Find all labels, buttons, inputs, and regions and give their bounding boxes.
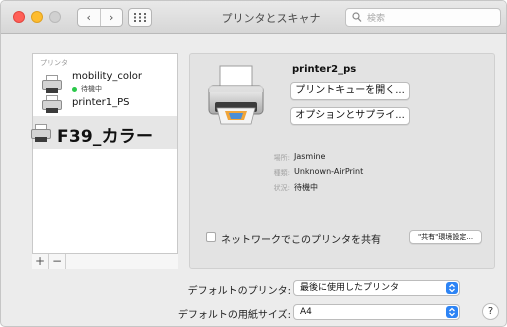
back-forward-control: ‹ ›	[77, 8, 123, 27]
sharing-preferences-button[interactable]: "共有"環境設定...	[409, 230, 482, 244]
share-printer-checkbox[interactable]	[206, 232, 216, 242]
printer-item-mobility-color[interactable]: mobility_color	[72, 71, 142, 82]
search-field[interactable]: 検索	[345, 8, 501, 27]
default-printer-value: 最後に使用したプリンタ	[300, 283, 400, 293]
help-button[interactable]: ?	[482, 303, 499, 320]
minimize-window-button[interactable]	[31, 11, 43, 23]
back-button[interactable]: ‹	[78, 9, 100, 26]
status-label: 状況:	[273, 184, 290, 192]
window-title: プリンタとスキャナ	[221, 12, 321, 25]
popup-arrows-icon	[446, 306, 458, 318]
paper-size-label: デフォルトの用紙サイズ:	[177, 310, 291, 321]
close-window-button[interactable]	[13, 11, 25, 23]
printer-list-header: プリンタ	[40, 59, 68, 67]
status-value: 待機中	[294, 183, 318, 192]
toolbar: ‹ › プリンタとスキャナ 検索	[1, 1, 506, 34]
location-label: 場所:	[273, 154, 290, 162]
printer-icon	[30, 123, 52, 143]
add-remove-bar: + −	[32, 253, 178, 269]
search-placeholder: 検索	[367, 14, 386, 24]
default-printer-popup[interactable]: 最後に使用したプリンタ	[293, 280, 460, 296]
kind-value: Unknown-AirPrint	[294, 167, 364, 176]
remove-printer-button[interactable]: −	[49, 254, 66, 269]
printer-item-printer1-ps[interactable]: printer1_PS	[72, 97, 130, 108]
printer-status-text: 待機中	[81, 85, 102, 93]
paper-size-value: A4	[300, 307, 312, 317]
printer-item-f39-color: F39_カラー	[57, 127, 154, 147]
share-printer-label: ネットワークでこのプリンタを共有	[221, 235, 381, 246]
paper-size-popup[interactable]: A4	[293, 304, 460, 320]
status-dot-icon	[72, 86, 77, 92]
kind-label: 種類:	[273, 169, 290, 177]
printer-list[interactable]: プリンタ mobility_color 待機中 printer1_PS F39_…	[30, 53, 178, 269]
search-icon	[352, 12, 362, 22]
options-supplies-button[interactable]: オプションとサプライ...	[290, 107, 410, 125]
popup-arrows-icon	[446, 282, 458, 294]
location-value: Jasmine	[294, 152, 326, 161]
add-printer-button[interactable]: +	[32, 254, 49, 269]
open-print-queue-button[interactable]: プリントキューを開く...	[290, 82, 410, 100]
printer-item-selected[interactable]: F39_カラー	[30, 116, 177, 149]
printer-status: 待機中	[72, 84, 102, 94]
forward-button[interactable]: ›	[99, 9, 123, 26]
zoom-window-button[interactable]	[49, 11, 61, 23]
printers-window: ‹ › プリンタとスキャナ 検索 プリンタ mobility_color 待機中…	[0, 0, 507, 327]
printer-icon	[41, 94, 63, 114]
printer-icon	[41, 74, 63, 94]
selected-printer-name: printer2_ps	[292, 64, 357, 75]
grid-icon	[134, 13, 146, 22]
default-printer-label: デフォルトのプリンタ:	[187, 286, 291, 297]
show-all-button[interactable]	[128, 8, 152, 27]
printer-detail-panel: printer2_ps プリントキューを開く... オプションとサプライ... …	[189, 53, 495, 269]
printer-large-icon	[208, 65, 264, 125]
